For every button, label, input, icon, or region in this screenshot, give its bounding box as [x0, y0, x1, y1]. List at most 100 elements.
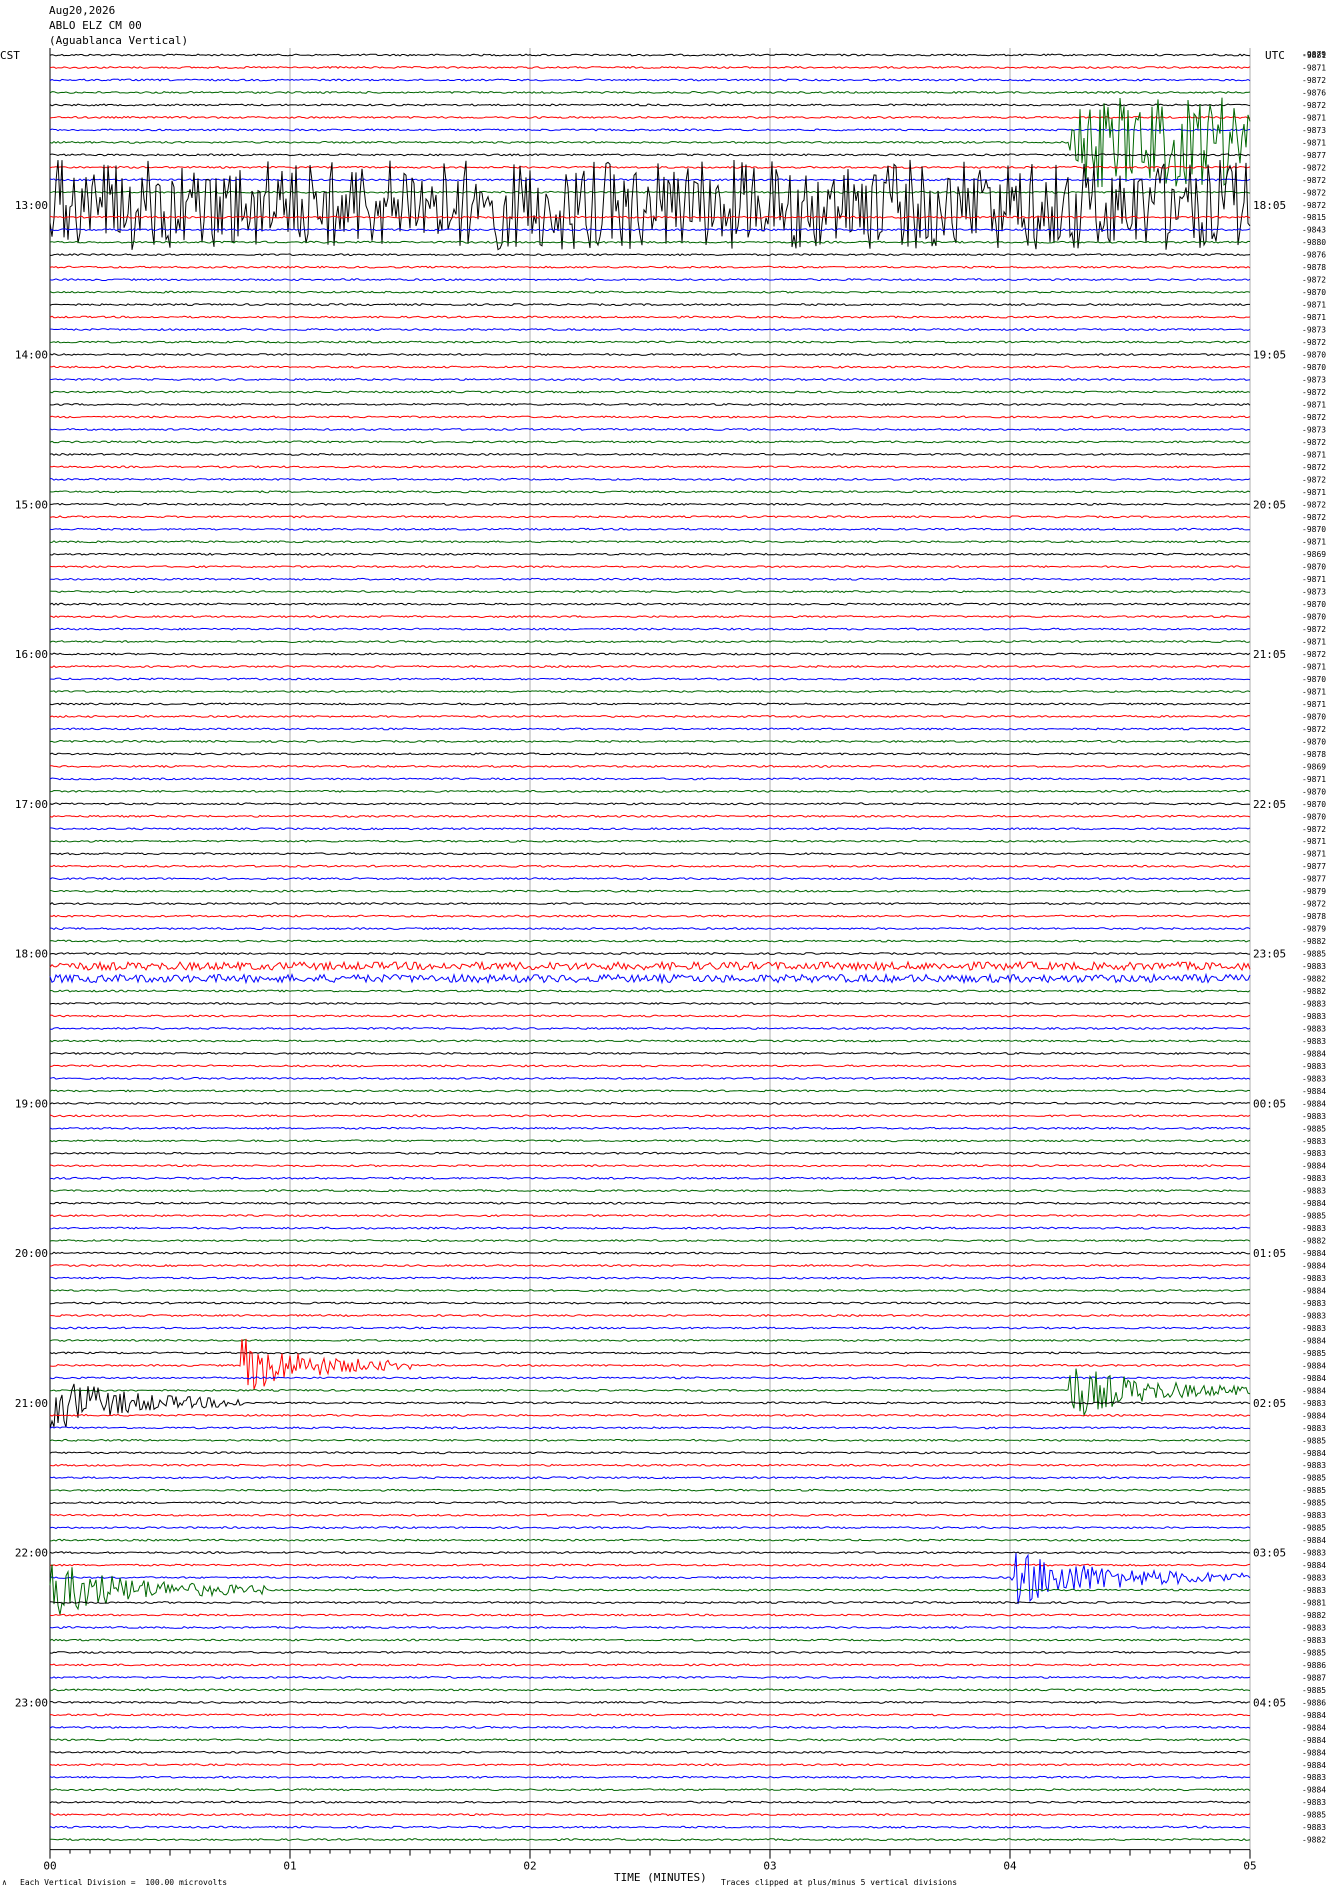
row-value-label: -9871 [1302, 687, 1326, 696]
row-value-label: -9872 [1302, 338, 1326, 347]
left-hour-label: 16:00 [15, 648, 48, 661]
trace-row [49, 590, 1251, 594]
row-value-label: -9883 [1302, 1149, 1326, 1158]
trace-row [49, 1488, 1251, 1492]
row-value-label: -9871 [1302, 775, 1326, 784]
trace-row [49, 1463, 1251, 1467]
trace-row [49, 1101, 1251, 1105]
trace-row [49, 927, 1251, 931]
trace-row [49, 1064, 1251, 1068]
trace-row [49, 1800, 1251, 1804]
trace-row [49, 1089, 1251, 1093]
row-value-label: -9872 [1302, 500, 1326, 509]
row-value-label: -9885 [1302, 1648, 1326, 1657]
row-value-label: -9872 [1302, 276, 1326, 285]
row-value-label: -9870 [1302, 712, 1326, 721]
row-value-label: -9884 [1302, 1199, 1326, 1208]
trace-row [49, 664, 1251, 669]
trace-row [49, 415, 1251, 419]
row-value-label: -9873 [1302, 588, 1326, 597]
row-value-label: -9872 [1302, 76, 1326, 85]
row-value-label: -9872 [1302, 625, 1326, 634]
trace-row [49, 1014, 1251, 1018]
row-value-label: -9872 [1302, 101, 1326, 110]
row-value-label: -9870 [1302, 563, 1326, 572]
row-value-label: -9872 [1302, 825, 1326, 834]
trace-row [49, 1326, 1251, 1330]
row-value-label: -9882 [1302, 975, 1326, 984]
trace-row [49, 752, 1251, 756]
row-value-label: -9871 [1302, 837, 1326, 846]
row-value-label: -9885 [1302, 1499, 1326, 1508]
right-timezone: UTC [1265, 49, 1285, 62]
trace-row [49, 565, 1251, 569]
trace-row [49, 1788, 1251, 1792]
row-value-label: -9884 [1302, 1786, 1326, 1795]
row-value-label: -9871 [1302, 638, 1326, 647]
trace-row [50, 328, 1251, 332]
trace-row [49, 1526, 1251, 1530]
station-name: (Aguablanca Vertical) [49, 34, 189, 47]
trace-row [49, 1551, 1251, 1555]
trace-row [49, 165, 1251, 169]
trace-row [49, 1750, 1251, 1754]
trace-row [49, 777, 1251, 781]
row-value-label: -9883 [1302, 1112, 1326, 1121]
right-hour-label: 00:05 [1253, 1097, 1286, 1110]
trace-row [49, 615, 1251, 619]
row-value-label: -9876 [1302, 251, 1326, 260]
row-value-label: -9872 [1302, 463, 1326, 472]
trace-row [49, 1438, 1251, 1442]
row-value-label: -9883 [1302, 1623, 1326, 1632]
row-value-label: -9883 [1302, 1137, 1326, 1146]
trace-row [49, 465, 1251, 469]
row-value-label: -9882 [1302, 1237, 1326, 1246]
left-timezone: CST [0, 49, 20, 62]
trace-row [49, 1251, 1251, 1255]
row-value-label: -9883 [1302, 962, 1326, 971]
row-value-label: -9870 [1302, 525, 1326, 534]
trace-row [49, 159, 1251, 251]
row-value-label: -9872 [1302, 163, 1326, 172]
row-value-label: -9883 [1302, 1324, 1326, 1333]
left-hour-label: 19:00 [15, 1097, 48, 1110]
trace-row [49, 1713, 1250, 1717]
row-value-label: -9883 [1302, 1037, 1326, 1046]
trace-row [49, 1553, 1251, 1605]
row-value-label: -9884 [1302, 1723, 1326, 1732]
row-value-label: -9877 [1302, 151, 1326, 160]
trace-row [49, 1413, 1251, 1417]
plot-date: Aug20,2026 [49, 4, 116, 17]
trace-row [49, 103, 1251, 107]
trace-row [49, 1825, 1251, 1829]
row-value-label: -9884 [1302, 1711, 1326, 1720]
row-value-label: -9882 [1302, 1836, 1326, 1845]
trace-row [49, 97, 1251, 188]
x-tick-label: 02 [523, 1860, 536, 1873]
row-value-label: -9883 [1302, 1024, 1326, 1033]
row-value-label: -9871 [1302, 450, 1326, 459]
trace-row [49, 1738, 1251, 1742]
trace-row [49, 240, 1251, 244]
trace-row [49, 1051, 1251, 1055]
x-tick-label: 01 [283, 1860, 296, 1873]
trace-row [49, 452, 1251, 456]
left-hour-label: 15:00 [15, 498, 48, 511]
trace-row [49, 1501, 1251, 1505]
trace-row [49, 640, 1251, 644]
trace-row [49, 390, 1251, 394]
row-value-label: -9885 [1302, 1811, 1326, 1820]
trace-row [49, 1151, 1251, 1155]
trace-row [50, 1813, 1251, 1817]
corner-mark: ∧ [2, 1878, 7, 1887]
trace-row [49, 340, 1251, 344]
x-tick-label: 05 [1243, 1860, 1256, 1873]
trace-row [49, 1775, 1251, 1779]
trace-row [49, 365, 1251, 369]
row-value-label: -9869 [1302, 550, 1326, 559]
trace-row [49, 1451, 1251, 1455]
x-axis-label: TIME (MINUTES) [614, 1871, 707, 1884]
row-value-label: -9882 [1302, 937, 1326, 946]
row-value-label: -9872 [1302, 413, 1326, 422]
row-value-label: -9870 [1302, 600, 1326, 609]
